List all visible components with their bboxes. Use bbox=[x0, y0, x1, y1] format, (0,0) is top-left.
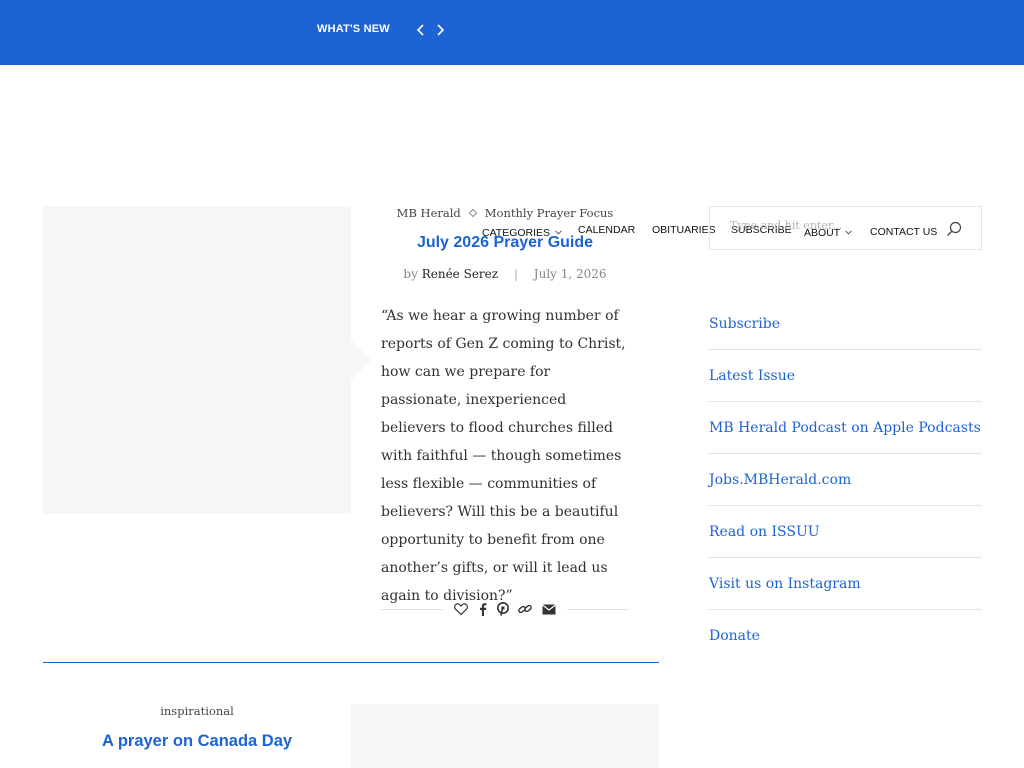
chevron-left-icon[interactable] bbox=[414, 22, 428, 38]
nav-item-label: OBITUARIES bbox=[652, 224, 716, 236]
share-divider bbox=[567, 609, 629, 610]
sidebar-link-latest-issue[interactable]: Latest Issue bbox=[709, 350, 982, 402]
share-divider bbox=[381, 609, 443, 610]
search-box bbox=[709, 206, 982, 250]
heart-icon[interactable] bbox=[453, 601, 469, 617]
meta-separator: | bbox=[513, 267, 518, 281]
category-link[interactable]: inspirational bbox=[160, 704, 234, 718]
thumbnail-notch bbox=[351, 340, 371, 380]
category-link[interactable]: MB Herald bbox=[397, 206, 461, 220]
sidebar-link-jobs[interactable]: Jobs.MBHerald.com bbox=[709, 454, 982, 506]
share-bar bbox=[381, 600, 629, 618]
by-label: by bbox=[403, 267, 418, 281]
sidebar-link-donate[interactable]: Donate bbox=[709, 610, 982, 662]
share-icons bbox=[453, 600, 559, 618]
search-icon[interactable] bbox=[946, 221, 962, 237]
sidebar-links: Subscribe Latest Issue MB Herald Podcast… bbox=[709, 298, 982, 662]
post-title[interactable]: July 2026 Prayer Guide bbox=[381, 234, 629, 252]
facebook-icon[interactable] bbox=[475, 601, 491, 617]
post-categories: inspirational bbox=[43, 704, 351, 718]
post-title[interactable]: A prayer on Canada Day bbox=[43, 732, 351, 751]
search-input[interactable] bbox=[730, 219, 930, 232]
sidebar-link-issuu[interactable]: Read on ISSUU bbox=[709, 506, 982, 558]
sidebar-link-podcast[interactable]: MB Herald Podcast on Apple Podcasts bbox=[709, 402, 982, 454]
post-thumbnail[interactable] bbox=[351, 704, 659, 768]
whats-new-label: WHAT'S NEW bbox=[317, 23, 390, 35]
nav-item-obituaries[interactable]: OBITUARIES bbox=[652, 224, 716, 236]
category-separator bbox=[468, 208, 478, 218]
category-link[interactable]: Monthly Prayer Focus bbox=[485, 206, 614, 220]
pinterest-icon[interactable] bbox=[495, 601, 511, 617]
author-link[interactable]: Renée Serez bbox=[422, 267, 498, 281]
sidebar-link-instagram[interactable]: Visit us on Instagram bbox=[709, 558, 982, 610]
post-date: July 1, 2026 bbox=[533, 267, 607, 281]
link-icon[interactable] bbox=[517, 601, 533, 617]
top-bar: WHAT'S NEW bbox=[0, 0, 1024, 65]
sidebar-link-subscribe[interactable]: Subscribe bbox=[709, 298, 982, 350]
post-meta: by Renée Serez | July 1, 2026 bbox=[381, 267, 629, 281]
chevron-right-icon[interactable] bbox=[433, 22, 447, 38]
post-categories: MB Herald Monthly Prayer Focus bbox=[381, 206, 629, 220]
post-divider bbox=[43, 662, 659, 663]
post-thumbnail[interactable] bbox=[43, 206, 371, 514]
post-excerpt: “As we hear a growing number of reports … bbox=[381, 308, 626, 604]
email-icon[interactable] bbox=[541, 601, 557, 617]
